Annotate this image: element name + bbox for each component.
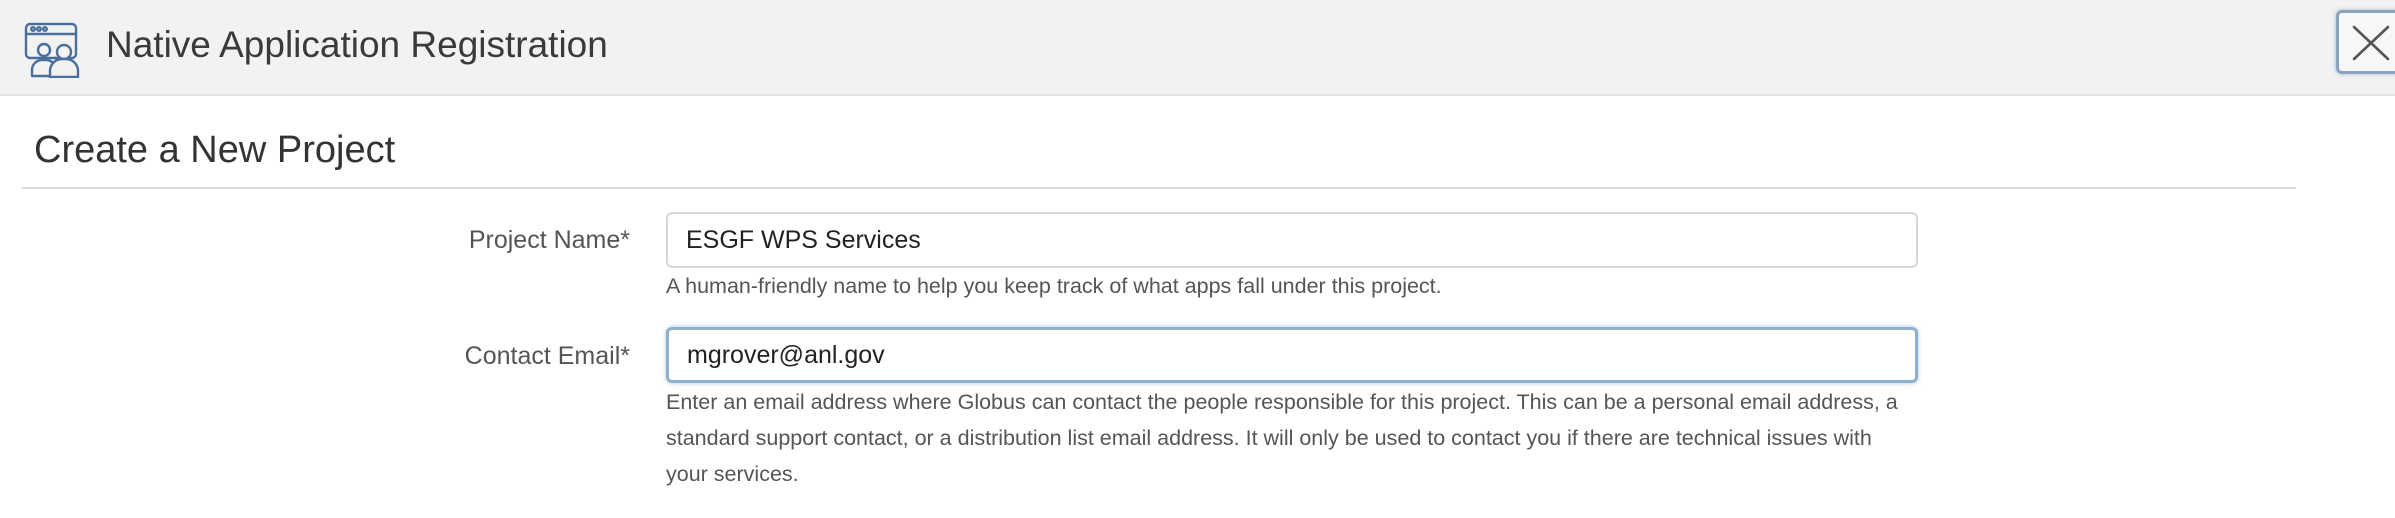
contact-email-help-line: standard support contact, or a distribut… bbox=[666, 426, 1872, 450]
contact-email-help-line: Enter an email address where Globus can … bbox=[666, 390, 1898, 414]
close-icon bbox=[2352, 25, 2390, 61]
app-users-icon bbox=[24, 22, 80, 78]
close-button[interactable] bbox=[2336, 10, 2395, 74]
section-divider bbox=[22, 187, 2296, 189]
project-name-input[interactable] bbox=[666, 212, 1918, 268]
project-name-help: A human-friendly name to help you keep t… bbox=[666, 274, 1442, 298]
project-name-label: Project Name* bbox=[468, 226, 630, 254]
modal-header: Native Application Registration bbox=[0, 0, 2395, 96]
contact-email-help-line: your services. bbox=[666, 462, 799, 486]
section-title: Create a New Project bbox=[34, 129, 396, 171]
contact-email-label: Contact Email* bbox=[464, 342, 630, 370]
contact-email-input[interactable] bbox=[666, 327, 1918, 383]
modal-title: Native Application Registration bbox=[106, 24, 608, 65]
contact-email-help: Enter an email address where Globus can … bbox=[666, 384, 1916, 492]
